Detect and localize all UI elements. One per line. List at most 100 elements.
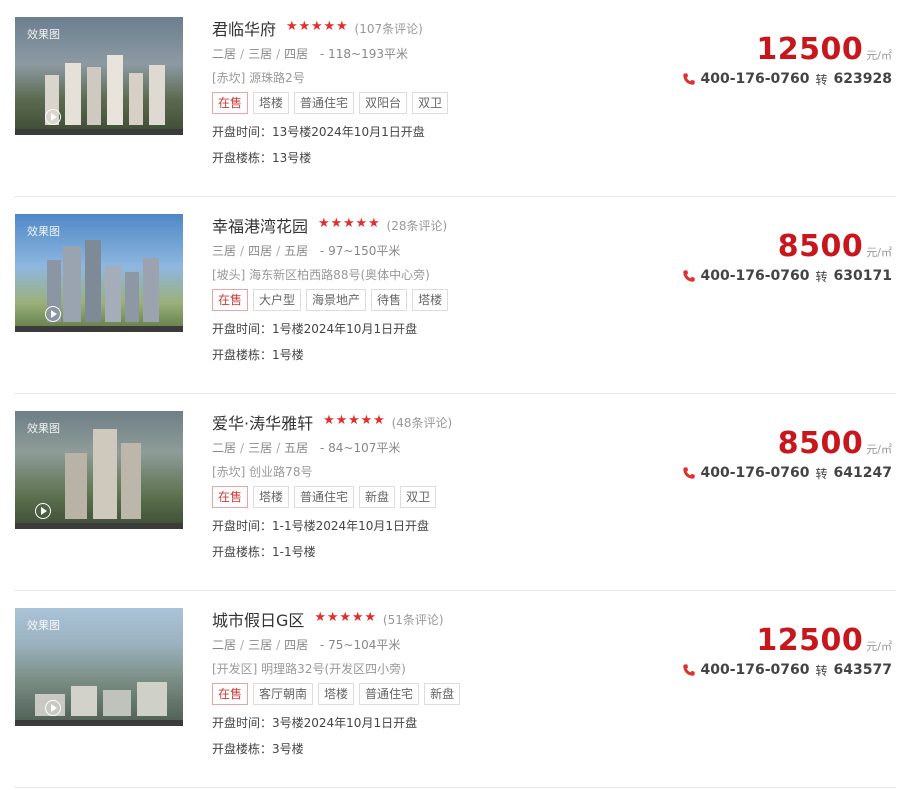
extension-number[interactable]: 641247	[834, 465, 892, 481]
room-type: 五居	[284, 441, 309, 455]
review-count[interactable]: (48条评论)	[392, 414, 453, 431]
listing-thumbnail[interactable]: 效果图	[15, 411, 183, 529]
feature-tag: 海景地产	[306, 289, 367, 311]
area-range: - 118~193平米	[319, 47, 408, 61]
star-icon	[331, 216, 344, 232]
room-types: 二居 / 三居 / 五居 - 84~107平米	[212, 441, 401, 455]
rating-stars	[318, 216, 381, 232]
open-time: 开盘时间：13号楼2024年10月1日开盘	[212, 125, 425, 139]
feature-tag: 普通住宅	[294, 92, 355, 114]
area-range: - 75~104平米	[319, 638, 401, 652]
star-icon	[314, 610, 327, 626]
listing-item: 效果图 君临华府 (107条评论) 二居/三居/四居 - 118~193平米 […	[0, 0, 916, 197]
feature-tag: 双卫	[400, 486, 437, 508]
star-icon	[318, 216, 331, 232]
thumbnail-label: 效果图	[27, 619, 60, 632]
room-type: 四居	[284, 638, 309, 652]
room-types: 三居 / 四居 / 五居 - 97~150平米	[212, 244, 401, 258]
feature-tag: 塔楼	[253, 486, 290, 508]
phone-contact[interactable]: 400-176-0760 转 630171	[672, 267, 892, 285]
thumbnail-label: 效果图	[27, 422, 60, 435]
room-type: 三居	[212, 244, 237, 258]
address: [坡头] 海东新区柏西路88号(奥体中心旁)	[212, 268, 430, 282]
star-icon	[343, 216, 356, 232]
feature-tag: 待售	[371, 289, 408, 311]
room-type: 三居	[248, 638, 273, 652]
address: [赤坎] 源珠路2号	[212, 71, 305, 85]
play-icon[interactable]	[35, 503, 51, 519]
tag-list: 在售 塔楼 普通住宅 双阳台 双卫	[212, 92, 632, 114]
tag-list: 在售 塔楼 普通住宅 新盘 双卫	[212, 486, 632, 508]
divider	[14, 787, 896, 788]
review-count[interactable]: (107条评论)	[355, 20, 423, 37]
open-building: 开盘楼栋：13号楼	[212, 151, 312, 165]
room-type: 二居	[212, 638, 237, 652]
feature-tag: 新盘	[359, 486, 396, 508]
rating-stars	[286, 19, 349, 35]
star-icon	[324, 19, 337, 35]
extension-number[interactable]: 630171	[834, 268, 892, 284]
star-icon	[373, 413, 386, 429]
room-type: 五居	[284, 244, 309, 258]
price-value: 8500	[777, 229, 864, 264]
phone-icon	[683, 467, 696, 479]
room-type: 二居	[212, 47, 237, 61]
extension-number[interactable]: 643577	[834, 662, 892, 678]
star-icon	[339, 610, 352, 626]
feature-tag: 普通住宅	[359, 683, 420, 705]
room-type: 二居	[212, 441, 237, 455]
review-count[interactable]: (51条评论)	[383, 611, 444, 628]
feature-tag: 新盘	[424, 683, 461, 705]
room-type: 四居	[248, 244, 273, 258]
room-types: 二居 / 三居 / 四居 - 75~104平米	[212, 638, 401, 652]
room-type: 三居	[248, 441, 273, 455]
thumbnail-label: 效果图	[27, 28, 60, 41]
phone-number[interactable]: 400-176-0760	[700, 465, 809, 481]
extension-number[interactable]: 623928	[834, 71, 892, 87]
star-icon	[286, 19, 299, 35]
phone-contact[interactable]: 400-176-0760 转 643577	[672, 661, 892, 679]
listing-name[interactable]: 爱华·涛华雅轩	[212, 410, 313, 434]
price-unit: 元/㎡	[866, 246, 892, 259]
listing-thumbnail[interactable]: 效果图	[15, 214, 183, 332]
review-count[interactable]: (28条评论)	[387, 217, 448, 234]
play-icon[interactable]	[45, 700, 61, 716]
phone-number[interactable]: 400-176-0760	[700, 662, 809, 678]
phone-number[interactable]: 400-176-0760	[700, 71, 809, 87]
open-building: 开盘楼栋：1号楼	[212, 348, 304, 362]
phone-icon	[683, 73, 696, 85]
area-range: - 97~150平米	[319, 244, 401, 258]
room-types: 二居 / 三居 / 四居 - 118~193平米	[212, 47, 408, 61]
listing-name[interactable]: 君临华府	[212, 16, 276, 40]
phone-icon	[683, 664, 696, 676]
listing-name[interactable]: 城市假日G区	[212, 607, 304, 631]
phone-contact[interactable]: 400-176-0760 转 641247	[672, 464, 892, 482]
listing-name[interactable]: 幸福港湾花园	[212, 213, 308, 237]
price: 12500 元/㎡	[756, 624, 892, 658]
open-time: 开盘时间：1号楼2024年10月1日开盘	[212, 322, 418, 336]
phone-number[interactable]: 400-176-0760	[700, 268, 809, 284]
star-icon	[311, 19, 324, 35]
feature-tag: 塔楼	[253, 92, 290, 114]
price-unit: 元/㎡	[866, 49, 892, 62]
play-icon[interactable]	[45, 109, 61, 125]
price: 12500 元/㎡	[756, 33, 892, 67]
area-range: - 84~107平米	[319, 441, 401, 455]
extension-label: 转	[815, 663, 828, 678]
open-time: 开盘时间：1-1号楼2024年10月1日开盘	[212, 519, 430, 533]
star-icon	[368, 216, 381, 232]
star-icon	[336, 19, 349, 35]
listing-item: 效果图 幸福港湾花园 (28条评论) 三居/四居/五居 - 97~150平米 […	[0, 197, 916, 394]
feature-tag: 双阳台	[359, 92, 408, 114]
star-icon	[336, 413, 349, 429]
feature-tag: 大户型	[253, 289, 302, 311]
listing-thumbnail[interactable]: 效果图	[15, 608, 183, 726]
feature-tag: 双卫	[412, 92, 449, 114]
listing-item: 效果图 城市假日G区 (51条评论) 二居/三居/四居 - 75~104平米 […	[0, 591, 916, 788]
status-badge: 在售	[212, 486, 249, 508]
star-icon	[352, 610, 365, 626]
play-icon[interactable]	[45, 306, 61, 322]
phone-icon	[683, 270, 696, 282]
listing-thumbnail[interactable]: 效果图	[15, 17, 183, 135]
phone-contact[interactable]: 400-176-0760 转 623928	[672, 70, 892, 88]
